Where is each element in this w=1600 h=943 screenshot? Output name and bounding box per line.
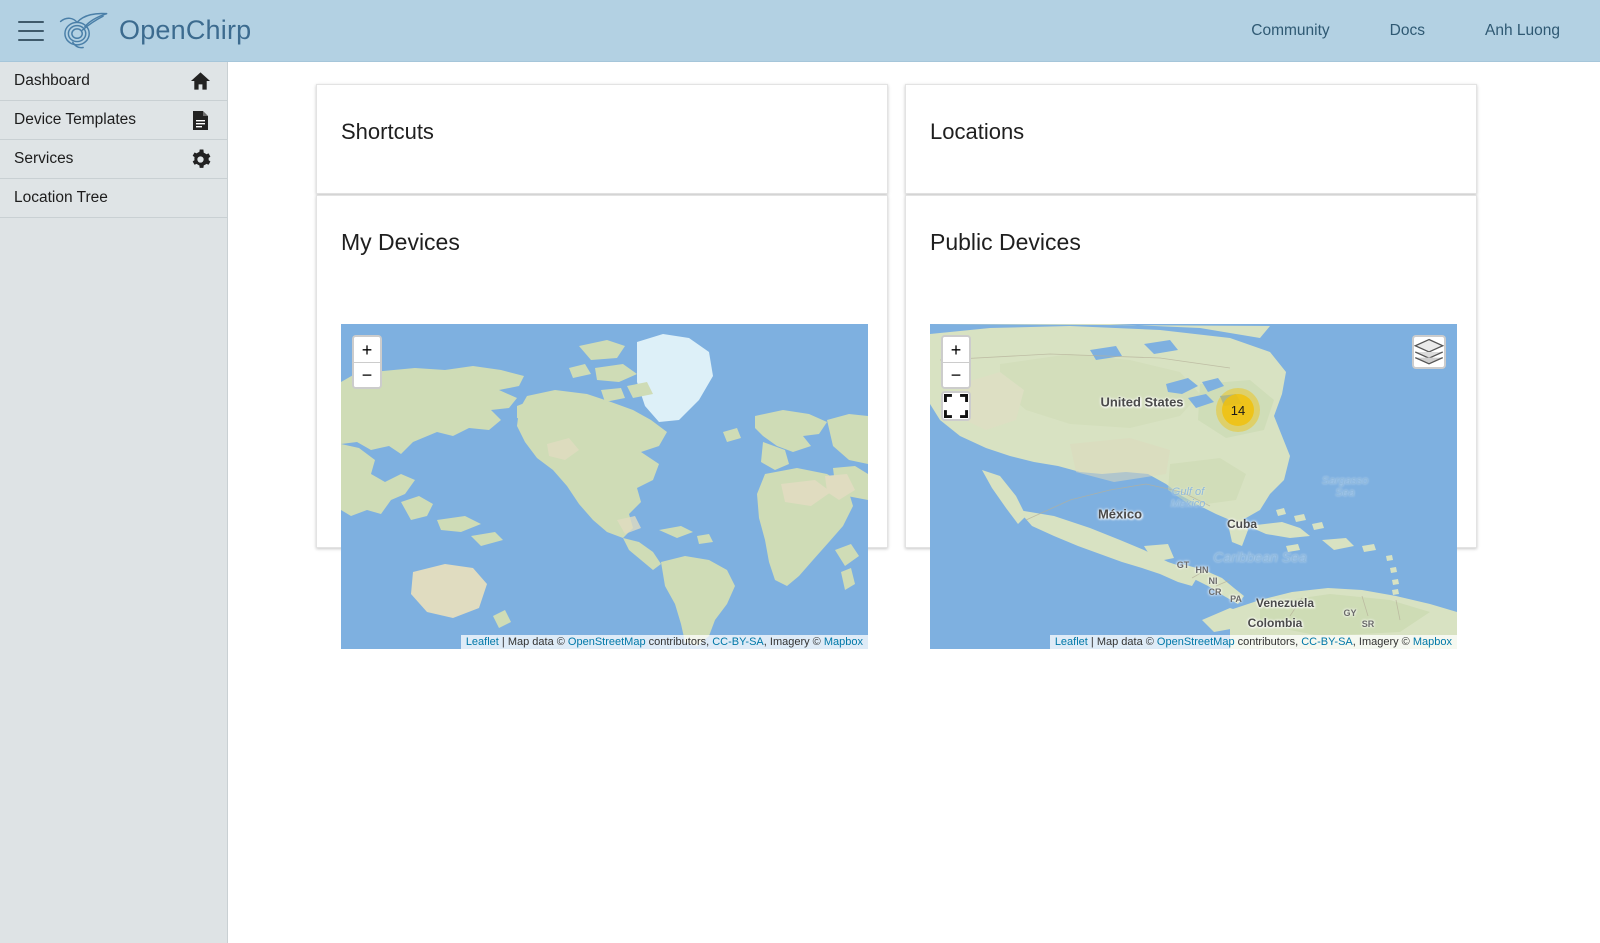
marker-cluster[interactable]: 14: [1216, 388, 1260, 432]
sidebar: Dashboard Device Templates Services Loca…: [0, 62, 228, 943]
shortcuts-card: Shortcuts: [316, 84, 888, 194]
layers-icon[interactable]: [1412, 335, 1446, 369]
osm-link[interactable]: OpenStreetMap: [1157, 636, 1235, 648]
world-map-graphic: [341, 324, 868, 649]
home-icon: [189, 70, 211, 92]
brand-name: OpenChirp: [119, 15, 252, 45]
sidebar-item-label: Dashboard: [14, 72, 90, 89]
document-icon: [189, 109, 211, 131]
hamburger-icon[interactable]: [18, 20, 44, 41]
nav-user-account[interactable]: Anh Luong: [1471, 14, 1574, 48]
top-header: OpenChirp Community Docs Anh Luong: [0, 0, 1600, 62]
osm-link[interactable]: OpenStreetMap: [568, 636, 646, 648]
main-content: Shortcuts Locations My Devices + − Leafl…: [228, 62, 1600, 943]
locations-card-title: Locations: [930, 119, 1025, 144]
zoom-out-button[interactable]: −: [943, 362, 969, 387]
zoom-out-button[interactable]: −: [354, 362, 380, 387]
brand-logo-link[interactable]: OpenChirp: [58, 11, 251, 51]
sidebar-item-device-templates[interactable]: Device Templates: [0, 101, 227, 140]
attr-contributors: contributors,: [645, 636, 713, 648]
public-devices-card-title: Public Devices: [930, 229, 1081, 255]
leaflet-link[interactable]: Leaflet: [1055, 636, 1088, 648]
americas-map-graphic: [930, 324, 1457, 649]
attr-mapdata: Map data ©: [507, 636, 568, 648]
map-attribution: Leaflet | Map data © OpenStreetMap contr…: [460, 635, 868, 649]
zoom-in-button[interactable]: +: [943, 337, 969, 362]
attr-mapdata: Map data ©: [1096, 636, 1157, 648]
mapbox-link[interactable]: Mapbox: [1413, 636, 1452, 648]
nav-community[interactable]: Community: [1237, 14, 1343, 48]
shortcuts-card-title: Shortcuts: [341, 119, 434, 144]
sidebar-item-label: Services: [14, 150, 74, 167]
no-icon: [189, 187, 211, 209]
my-devices-map[interactable]: + − Leaflet | Map data © OpenStreetMap c…: [341, 324, 868, 649]
top-nav: Community Docs Anh Luong: [1205, 14, 1600, 48]
zoom-in-button[interactable]: +: [354, 337, 380, 362]
nav-docs[interactable]: Docs: [1376, 14, 1439, 48]
sidebar-item-label: Device Templates: [14, 111, 137, 128]
attr-imagery: , Imagery ©: [1352, 636, 1413, 648]
marker-cluster-count: 14: [1222, 394, 1254, 426]
map-attribution: Leaflet | Map data © OpenStreetMap contr…: [1049, 635, 1457, 649]
fullscreen-icon[interactable]: [941, 391, 971, 421]
locations-card: Locations: [905, 84, 1477, 194]
app-root: OpenChirp Community Docs Anh Luong Dashb…: [0, 0, 1600, 943]
sidebar-empty-area: [0, 218, 227, 904]
map-zoom-control: + −: [352, 335, 382, 389]
my-devices-card-title: My Devices: [341, 229, 460, 255]
attr-contributors: contributors,: [1234, 636, 1302, 648]
sidebar-item-dashboard[interactable]: Dashboard: [0, 62, 227, 101]
license-link[interactable]: CC-BY-SA: [1301, 636, 1353, 648]
sidebar-item-label: Location Tree: [14, 189, 108, 206]
attr-imagery: , Imagery ©: [763, 636, 824, 648]
leaflet-link[interactable]: Leaflet: [466, 636, 499, 648]
sidebar-item-location-tree[interactable]: Location Tree: [0, 179, 227, 218]
public-devices-card: Public Devices + − 14 Leaflet | Map data…: [905, 195, 1477, 649]
gear-icon: [189, 148, 211, 170]
map-zoom-control: + −: [941, 335, 971, 389]
openchirp-bird-icon: [59, 12, 108, 48]
sidebar-item-services[interactable]: Services: [0, 140, 227, 179]
my-devices-card: My Devices + − Leaflet | Map data © Open…: [316, 195, 888, 649]
attr-sep: |: [498, 636, 508, 648]
license-link[interactable]: CC-BY-SA: [712, 636, 764, 648]
attr-sep: |: [1087, 636, 1097, 648]
public-devices-map[interactable]: + − 14 Leaflet | Map data © OpenStreetMa…: [930, 324, 1457, 649]
mapbox-link[interactable]: Mapbox: [824, 636, 863, 648]
